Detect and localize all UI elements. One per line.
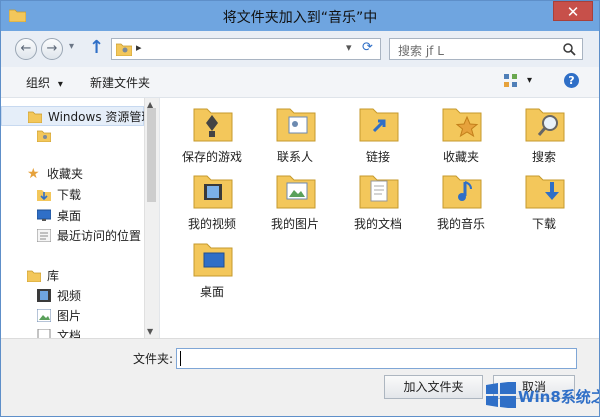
folder-label: 收藏夹 xyxy=(442,150,479,164)
sidebar-item-label: Windows 资源管理 xyxy=(48,110,154,124)
folder-searches[interactable]: 搜索 xyxy=(509,101,579,169)
chevron-down-icon: ▾ xyxy=(57,79,63,90)
my-documents-folder-icon xyxy=(359,175,399,209)
add-folder-button[interactable]: 加入文件夹 xyxy=(384,375,483,399)
search-box[interactable]: 搜索 jf L xyxy=(389,38,583,60)
folder-desktop[interactable]: 桌面 xyxy=(177,236,247,304)
organize-button[interactable]: 组织 ▾ xyxy=(26,74,63,91)
address-bar-row: ← → ▾ ↑ ▸ ▾ ⟳ 搜索 jf L xyxy=(1,31,599,67)
sidebar-item-label: 图片 xyxy=(57,309,82,323)
saved-games-folder-icon xyxy=(193,108,233,142)
sidebar-item-label: 文档 xyxy=(57,329,82,338)
user-folder-icon xyxy=(37,130,51,142)
up-button[interactable]: ↑ xyxy=(89,37,104,58)
back-button[interactable]: ← xyxy=(15,38,37,60)
sidebar-item-windows-explorer[interactable]: Windows 资源管理 xyxy=(1,106,153,126)
window-title: 将文件夹加入到“音乐”中 xyxy=(222,10,378,26)
folder-contacts[interactable]: 联系人 xyxy=(260,101,330,169)
folder-label: 链接 xyxy=(365,150,390,164)
my-videos-folder-icon xyxy=(193,175,233,209)
sidebar-item-label: 桌面 xyxy=(57,209,82,223)
searches-folder-icon xyxy=(525,108,565,142)
watermark-logo: Win8系统之家 xyxy=(486,373,599,416)
pictures-icon xyxy=(37,309,51,322)
sidebar-item-label: 最近访问的位置 xyxy=(57,229,142,243)
folder-label: 我的文档 xyxy=(353,217,402,231)
folder-my-videos[interactable]: 我的视频 xyxy=(177,168,247,236)
search-icon[interactable] xyxy=(563,43,576,56)
sidebar-item-label: 收藏夹 xyxy=(47,167,84,181)
scrollbar-thumb[interactable] xyxy=(147,108,156,202)
folder-my-music[interactable]: 我的音乐 xyxy=(426,168,496,236)
watermark-text: Win8系统之家 xyxy=(518,388,599,406)
sidebar-item-label: 视频 xyxy=(57,289,82,303)
refresh-icon[interactable]: ⟳ xyxy=(362,40,373,55)
folder-my-pictures[interactable]: 我的图片 xyxy=(260,168,330,236)
text-cursor xyxy=(180,351,181,366)
forward-button[interactable]: → xyxy=(41,38,63,60)
command-bar: 组织 ▾ 新建文件夹 ▾ ? xyxy=(1,67,599,98)
search-placeholder: 搜索 jf L xyxy=(398,44,444,58)
sidebar-scrollbar[interactable]: ▲ ▼ xyxy=(144,98,159,338)
folder-name-input[interactable] xyxy=(176,348,577,369)
folder-my-documents[interactable]: 我的文档 xyxy=(343,168,413,236)
folder-label: 保存的游戏 xyxy=(181,150,242,164)
recent-icon xyxy=(37,229,51,242)
videos-icon xyxy=(37,289,51,302)
folder-links[interactable]: 链接 xyxy=(343,101,413,169)
folder-grid: 保存的游戏 联系人 链接 收藏夹 搜索 我的视频 我的图片 我的文档 我的音乐 … xyxy=(160,98,599,338)
folder-label: 搜索 xyxy=(531,150,556,164)
contacts-folder-icon xyxy=(276,108,316,142)
address-field[interactable]: ▸ ▾ ⟳ xyxy=(111,38,381,60)
star-icon: ★ xyxy=(27,166,40,182)
folder-label: 我的音乐 xyxy=(436,217,485,231)
folder-label: 我的视频 xyxy=(187,217,236,231)
close-button[interactable]: ✕ xyxy=(553,1,593,21)
folder-saved-games[interactable]: 保存的游戏 xyxy=(177,101,247,169)
path-segment[interactable] xyxy=(148,41,180,55)
user-folder-icon xyxy=(116,43,132,56)
view-options-icon[interactable] xyxy=(504,74,518,88)
folder-field-label: 文件夹: xyxy=(133,352,174,366)
recent-locations-dropdown[interactable]: ▾ xyxy=(69,41,74,52)
favorites-folder-icon xyxy=(442,108,482,142)
address-dropdown-icon[interactable]: ▾ xyxy=(346,41,352,54)
library-icon xyxy=(27,270,41,282)
navigation-pane: Windows 资源管理 ★ 收藏夹 下载 桌面 最近访问的位置 库 视频 图片… xyxy=(1,98,160,338)
documents-icon xyxy=(37,329,51,338)
desktop-folder-icon xyxy=(193,243,233,277)
downloads-icon xyxy=(37,190,51,201)
library-folder-icon xyxy=(28,111,42,123)
folder-label: 下载 xyxy=(531,217,556,231)
path-separator: ▸ xyxy=(136,41,142,54)
desktop-icon xyxy=(37,209,51,221)
folder-label: 我的图片 xyxy=(270,217,319,231)
view-dropdown-icon[interactable]: ▾ xyxy=(527,75,532,86)
windows-logo-icon xyxy=(486,382,516,408)
links-folder-icon xyxy=(359,108,399,142)
folder-label: 联系人 xyxy=(276,150,313,164)
title-bar: 将文件夹加入到“音乐”中 ✕ xyxy=(1,1,599,31)
folder-favorites[interactable]: 收藏夹 xyxy=(426,101,496,169)
downloads-folder-icon xyxy=(525,175,565,209)
sidebar-item-label: 下载 xyxy=(57,188,82,202)
scroll-down-arrow[interactable]: ▼ xyxy=(147,327,153,336)
folder-label: 桌面 xyxy=(199,285,224,299)
folder-downloads[interactable]: 下载 xyxy=(509,168,579,236)
my-music-folder-icon xyxy=(442,175,482,209)
my-pictures-folder-icon xyxy=(276,175,316,209)
organize-label: 组织 xyxy=(26,76,51,90)
add-folder-dialog: 将文件夹加入到“音乐”中 ✕ ← → ▾ ↑ ▸ ▾ ⟳ 搜索 jf L 组织 … xyxy=(0,0,600,417)
new-folder-button[interactable]: 新建文件夹 xyxy=(90,74,150,91)
help-icon[interactable]: ? xyxy=(564,73,579,88)
sidebar-item-label: 库 xyxy=(47,269,60,283)
